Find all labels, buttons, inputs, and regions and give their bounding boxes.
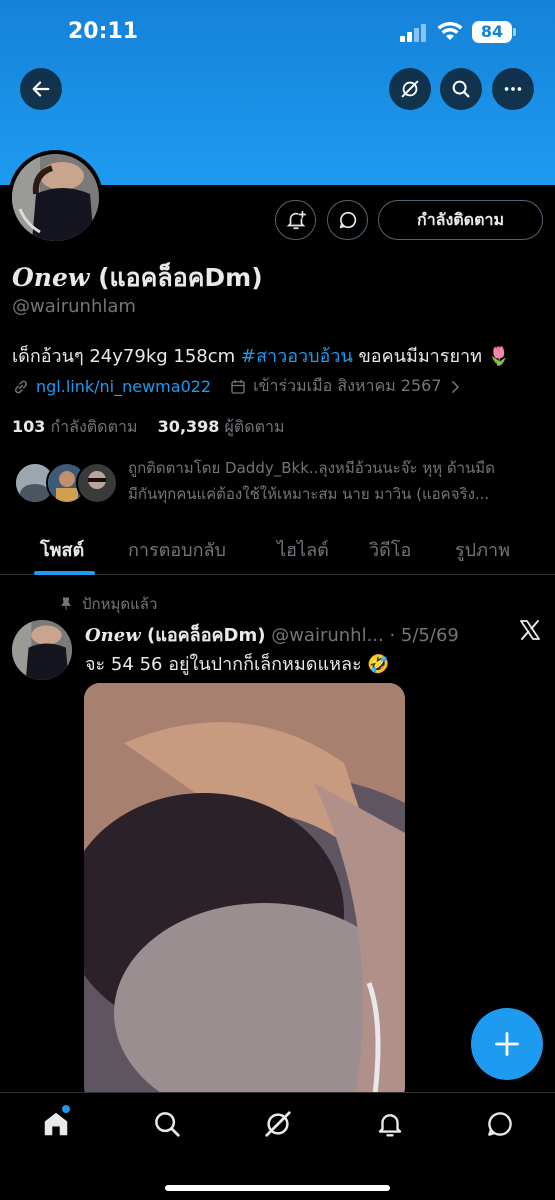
- followers-count: 30,398: [157, 417, 220, 436]
- back-button[interactable]: [20, 68, 62, 110]
- bio-suffix: ขอคนมีมารยาท 🌷: [352, 346, 511, 367]
- display-name: Onew (แอคล็อคDm): [12, 258, 263, 298]
- grok-icon: [401, 80, 419, 98]
- following-label: กำลังติดตาม: [45, 417, 138, 436]
- notifications-bell-icon[interactable]: [375, 1109, 405, 1139]
- compose-post-button[interactable]: [471, 1008, 543, 1080]
- pinned-indicator: ปักหมุดแล้ว: [58, 592, 157, 616]
- pinned-label: ปักหมุดแล้ว: [82, 595, 158, 613]
- tab-highlights[interactable]: ไฮไลต์: [277, 535, 329, 564]
- profile-handle: @wairunhlam: [12, 296, 136, 317]
- followed-by-text[interactable]: ถูกติดตามโดย Daddy_Bkk..ลุงหมีอ้วนนะจ๊ะ …: [128, 455, 538, 507]
- display-name-latin: Onew: [12, 263, 90, 292]
- bio-hashtag-link[interactable]: #สาวอวบอ้วน: [241, 346, 353, 367]
- calendar-icon: [231, 379, 245, 394]
- post-text: จะ 54 56 อยู่ในปากก็เล็กหมดแหละ 🤣: [85, 654, 390, 675]
- post-header[interactable]: Onew (แอคล็อคDm) @wairunhl... · 5/5/69: [85, 620, 465, 649]
- tab-posts[interactable]: โพสต์: [40, 535, 84, 564]
- post-author-name: Onew (แอคล็อคDm): [85, 625, 265, 646]
- chat-bubble-icon: [339, 211, 356, 229]
- avatar-photo: [12, 154, 99, 241]
- grok-button[interactable]: [389, 68, 431, 110]
- joined-date[interactable]: เข้าร่วมเมือ สิงหาคม 2567: [253, 374, 441, 399]
- following-button[interactable]: กำลังติดตาม: [378, 200, 543, 240]
- profile-link[interactable]: ngl.link/ni_newma022: [36, 377, 211, 396]
- bio-text: เด็กอ้วนๆ 24y79kg 158cm: [12, 346, 241, 367]
- post-avatar-photo: [12, 620, 72, 680]
- status-time: 20:11: [68, 19, 139, 44]
- post-author-avatar[interactable]: [12, 620, 72, 680]
- status-bar: 20:11 84: [0, 0, 555, 66]
- followers-label: ผู้ติดตาม: [219, 417, 285, 436]
- tab-photos[interactable]: รูปภาพ: [455, 535, 510, 564]
- post-author-latin: Onew: [85, 625, 141, 646]
- followed-by-line-1: ถูกติดตามโดย Daddy_Bkk..ลุงหมีอ้วนนะจ๊ะ …: [128, 459, 495, 477]
- home-icon[interactable]: [41, 1109, 71, 1139]
- arrow-left-icon: [32, 81, 50, 97]
- message-button[interactable]: [327, 200, 368, 240]
- post-media-image[interactable]: [84, 683, 405, 1103]
- mutual-avatar-photo: [78, 464, 116, 502]
- follow-counts: 103 กำลังติดตาม 30,398 ผู้ติดตาม: [12, 415, 285, 440]
- tab-videos[interactable]: วิดีโอ: [369, 535, 411, 564]
- home-notification-dot: [62, 1105, 70, 1113]
- following-count: 103: [12, 417, 46, 436]
- post-author-rest: (แอคล็อคDm): [140, 625, 266, 646]
- grok-nav-icon[interactable]: [263, 1109, 293, 1139]
- followed-by-line-2: มีกันทุกคนแค่ต้องใช้ให้เหมาะสม นาย มาวิน…: [128, 485, 490, 503]
- wifi-icon: [437, 21, 463, 40]
- post-handle-date: @wairunhl... · 5/5/69: [265, 625, 459, 646]
- profile-meta: ngl.link/ni_newma022 เข้าร่วมเมือ สิงหาค…: [12, 374, 464, 399]
- more-options-button[interactable]: [492, 68, 534, 110]
- display-name-rest: (แอคล็อคDm): [89, 263, 263, 292]
- home-indicator-bar: [165, 1185, 390, 1191]
- cellular-signal-icon: [400, 24, 428, 42]
- mutual-follower-avatar: [76, 462, 118, 504]
- active-tab-indicator: [34, 571, 95, 575]
- chevron-right-icon: [451, 380, 459, 393]
- link-icon: [14, 380, 28, 393]
- more-dots-icon: [504, 87, 522, 91]
- explore-search-icon[interactable]: [152, 1109, 182, 1139]
- tab-replies[interactable]: การตอบกลับ: [128, 535, 226, 564]
- bottom-navigation: [0, 1092, 555, 1200]
- pin-icon: [61, 597, 71, 610]
- notifications-subscribe-button[interactable]: [275, 200, 316, 240]
- post-media-photo: [84, 683, 405, 1103]
- battery-indicator: 84: [472, 21, 516, 43]
- search-button[interactable]: [440, 68, 482, 110]
- profile-avatar[interactable]: [8, 150, 103, 245]
- plus-icon: [495, 1032, 519, 1056]
- search-icon: [452, 80, 470, 98]
- x-logo-icon: [520, 620, 540, 640]
- profile-tabs: โพสต์ การตอบกลับ ไฮไลต์ วิดีโอ รูปภาพ: [0, 525, 555, 575]
- profile-bio: เด็กอ้วนๆ 24y79kg 158cm #สาวอวบอ้วน ขอคน…: [12, 341, 510, 370]
- following-count-link[interactable]: 103 กำลังติดตาม: [12, 417, 137, 436]
- bell-plus-icon: [286, 210, 306, 230]
- messages-icon[interactable]: [485, 1109, 515, 1139]
- followers-count-link[interactable]: 30,398 ผู้ติดตาม: [158, 417, 285, 436]
